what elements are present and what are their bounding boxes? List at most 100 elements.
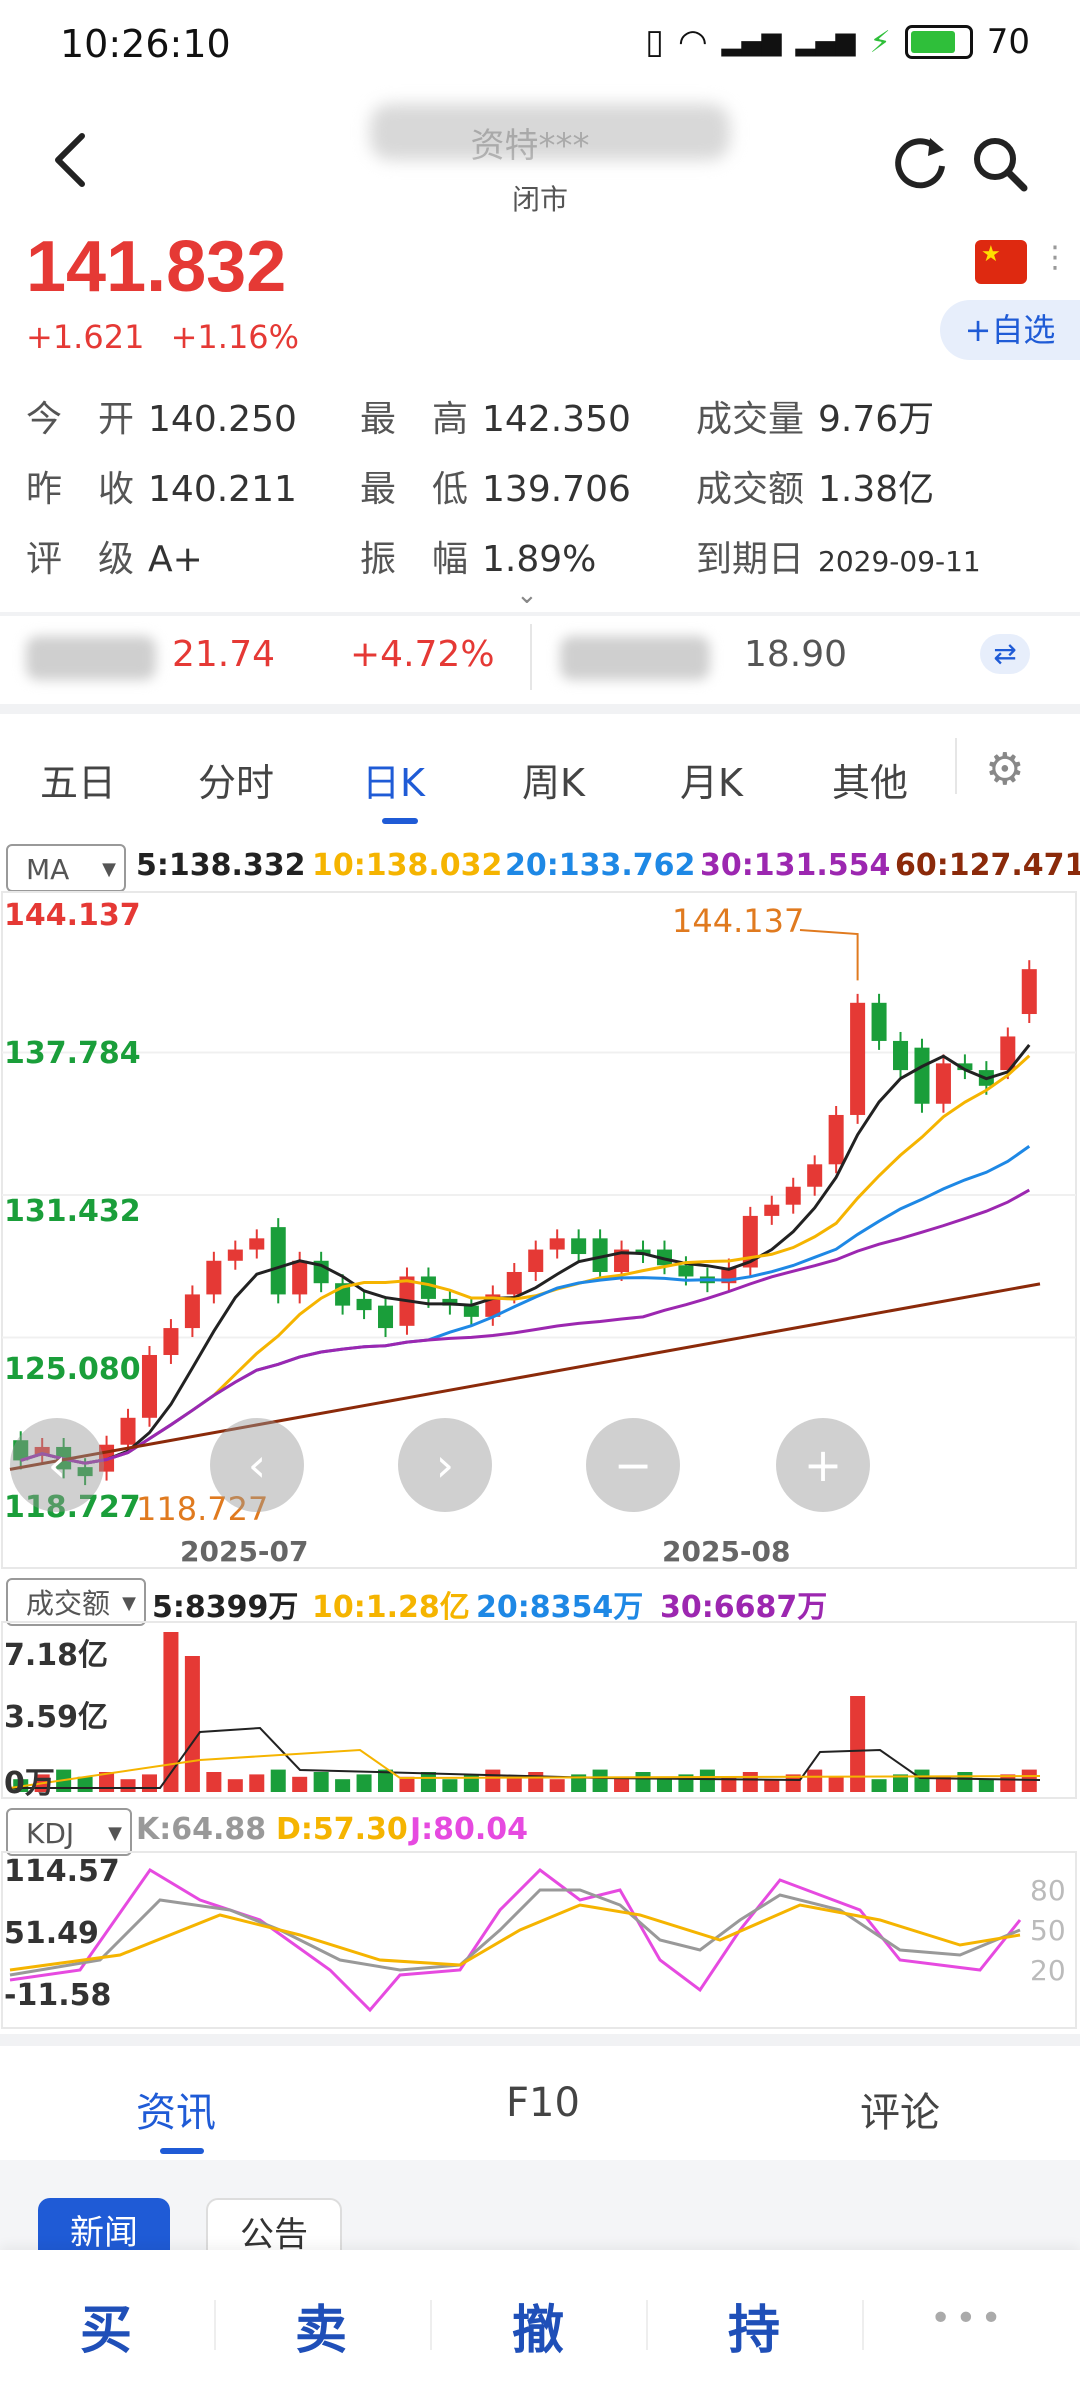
ma20-line	[20, 1145, 1031, 1465]
stat-rating: 评 级 A+	[26, 539, 203, 580]
zoom-in-button[interactable]: +	[776, 1418, 870, 1512]
signal-icon: ▂▄▆	[721, 27, 782, 57]
tab-intraday[interactable]: 分时	[198, 752, 274, 807]
volume-bar	[399, 1776, 415, 1792]
vol-axis-mid: 3.59亿	[4, 1700, 109, 1735]
candle	[850, 1002, 866, 1115]
kdj-chart[interactable]	[0, 1850, 1080, 2030]
active-tab-indicator	[382, 818, 418, 824]
ma30-legend: 30:131.554	[700, 848, 891, 883]
ma10-legend: 10:138.032	[312, 848, 503, 883]
volume-indicator-select[interactable]: 成交额 ▼	[6, 1578, 146, 1626]
ma60-legend: 60:127.471	[895, 848, 1080, 883]
search-button[interactable]	[970, 134, 1030, 198]
volume-chart[interactable]	[0, 1620, 1080, 1800]
buy-button[interactable]: 买	[80, 2288, 132, 2363]
status-bar: 10:26:10 ▯ ◠ ▂▄▆ ▂▄▆ ⚡ 70	[0, 0, 1080, 90]
volume-bar	[292, 1776, 308, 1792]
refresh-button[interactable]	[892, 134, 948, 194]
wifi-icon: ◠	[677, 22, 708, 62]
volume-bar	[120, 1779, 136, 1792]
candle	[893, 1040, 909, 1071]
tab-weekly-k[interactable]: 周K	[522, 752, 585, 807]
volume-bar	[227, 1779, 243, 1792]
signal-icon-2: ▂▄▆	[795, 27, 856, 57]
ma-indicator-select[interactable]: MA ▼	[6, 844, 126, 892]
change-percent: +1.16%	[170, 318, 300, 356]
volume-bar	[356, 1774, 372, 1792]
switch-icon[interactable]: ⇄	[980, 634, 1030, 674]
tab-news-info[interactable]: 资讯	[136, 2080, 216, 2138]
candle	[356, 1298, 372, 1311]
volume-bar	[184, 1656, 200, 1792]
candle	[184, 1294, 200, 1329]
add-watchlist-button[interactable]: +自选	[940, 300, 1080, 360]
page-title: 资特***	[470, 126, 590, 166]
kdj-indicator-select[interactable]: KDJ ▼	[6, 1808, 132, 1856]
stat-maturity: 到期日 2029-09-11	[696, 539, 981, 580]
related-b-price[interactable]: 18.90	[744, 634, 847, 675]
candle	[506, 1271, 522, 1295]
status-icons: ▯ ◠ ▂▄▆ ▂▄▆ ⚡ 70	[645, 22, 1030, 62]
market-status: 闭市	[511, 183, 568, 216]
volume-bar	[978, 1779, 994, 1792]
related-a-name-redacted	[26, 636, 156, 680]
volume-bar	[656, 1779, 672, 1792]
tab-other[interactable]: 其他	[832, 752, 908, 807]
stat-open: 今 开 140.250	[26, 399, 297, 440]
high-marker-label: 144.137	[672, 902, 805, 940]
kdj-right-80: 80	[1030, 1874, 1066, 1907]
divider	[862, 2300, 864, 2350]
volume-bar	[828, 1776, 844, 1792]
volume-bar	[335, 1779, 351, 1792]
candle	[270, 1227, 286, 1295]
candle	[227, 1249, 243, 1261]
tab-five-day[interactable]: 五日	[40, 752, 116, 807]
kdj-k-legend: K:64.88	[136, 1812, 267, 1847]
tab-daily-k[interactable]: 日K	[362, 752, 425, 807]
scroll-right-button[interactable]: ›	[398, 1418, 492, 1512]
volume-bar	[699, 1769, 715, 1792]
ma5-line	[20, 1044, 1031, 1465]
candlestick-chart[interactable]	[0, 890, 1080, 1570]
volume-bar	[871, 1779, 887, 1792]
scroll-left-button[interactable]: ‹	[210, 1418, 304, 1512]
more-actions-button[interactable]: •••	[930, 2298, 1006, 2339]
divider	[430, 2300, 432, 2350]
volume-bar	[549, 1779, 565, 1792]
stat-volume: 成交量 9.76万	[696, 399, 935, 440]
change-value: +1.621	[26, 318, 145, 356]
kdj-axis-min: -11.58	[4, 1978, 112, 2013]
related-a-price[interactable]: 21.74	[172, 634, 275, 675]
charging-icon: ⚡	[869, 24, 891, 60]
status-time: 10:26:10	[60, 22, 231, 66]
x-label-july: 2025-07	[180, 1535, 309, 1568]
candle	[463, 1305, 479, 1317]
tab-comments[interactable]: 评论	[860, 2080, 940, 2138]
search-icon	[974, 138, 1028, 192]
tab-f10[interactable]: F10	[506, 2080, 580, 2126]
back-button[interactable]	[50, 130, 110, 200]
candle	[764, 1204, 780, 1216]
cancel-order-button[interactable]: 撤	[512, 2288, 564, 2363]
candle	[807, 1164, 823, 1187]
tab-monthly-k[interactable]: 月K	[680, 752, 743, 807]
related-b-name-redacted	[560, 636, 710, 680]
candle	[549, 1238, 565, 1250]
volume-bar	[442, 1779, 458, 1792]
price-change: +1.621 +1.16%	[26, 318, 299, 356]
stat-amplitude: 振 幅 1.89%	[360, 539, 597, 580]
candle	[914, 1047, 930, 1104]
candle	[420, 1276, 436, 1299]
holdings-button[interactable]: 持	[728, 2288, 780, 2363]
vibrate-icon: ▯	[645, 22, 664, 62]
volume-bar	[807, 1769, 823, 1792]
kdj-axis-mid: 51.49	[4, 1916, 99, 1951]
expand-stats-icon[interactable]: ⌄	[516, 580, 538, 610]
zoom-out-button[interactable]: −	[586, 1418, 680, 1512]
volume-bar	[141, 1774, 157, 1792]
settings-icon[interactable]: ⚙	[985, 744, 1024, 795]
sell-button[interactable]: 卖	[295, 2288, 347, 2363]
scroll-left-far-button[interactable]: ‹	[10, 1418, 104, 1512]
more-icon[interactable]: ⋮	[1040, 240, 1070, 275]
